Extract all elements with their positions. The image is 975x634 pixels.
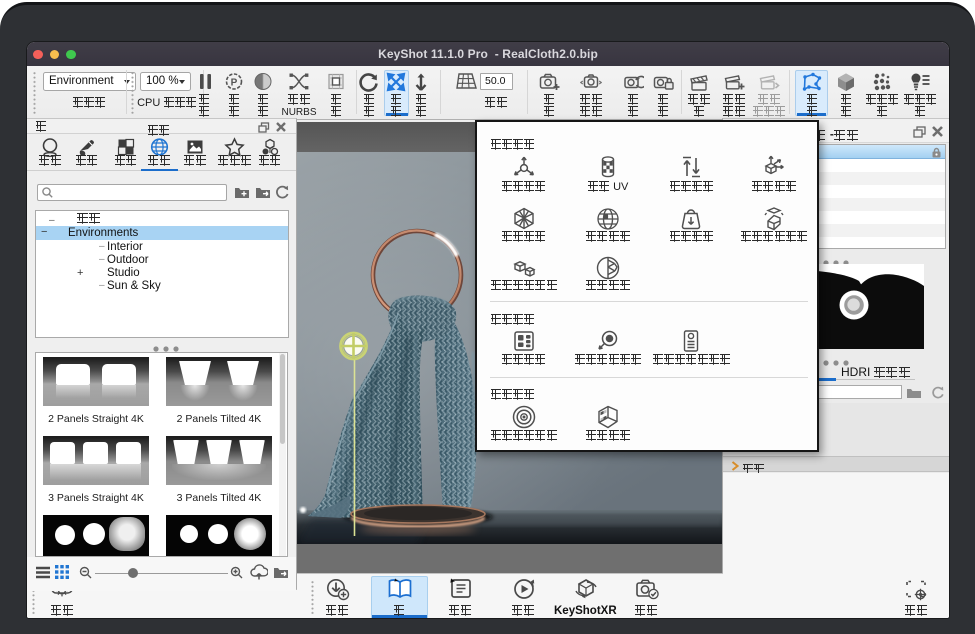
svg-text:P: P (231, 78, 238, 89)
